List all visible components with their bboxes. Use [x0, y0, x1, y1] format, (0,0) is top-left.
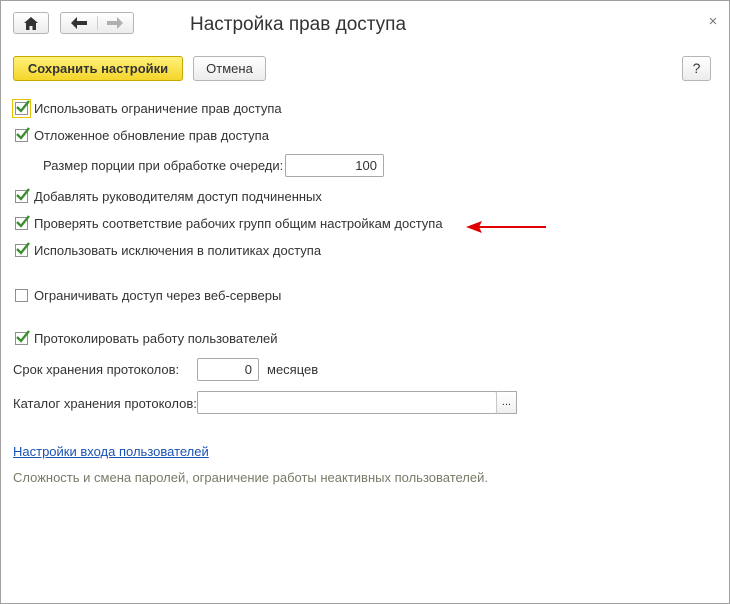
back-arrow-icon[interactable]: [71, 17, 87, 29]
save-settings-button[interactable]: Сохранить настройки: [13, 56, 183, 81]
cancel-button[interactable]: Отмена: [193, 56, 266, 81]
policy-exceptions-label: Использовать исключения в политиках дост…: [34, 243, 322, 258]
window-title: Настройка прав доступа: [190, 14, 407, 35]
policy-exceptions-checkbox[interactable]: [15, 242, 30, 257]
deferred-update-checkbox[interactable]: [15, 127, 30, 142]
checkmark-icon: [16, 215, 30, 228]
batch-size-label: Размер порции при обработке очереди:: [43, 158, 284, 173]
checkmark-icon: [16, 188, 30, 201]
user-login-settings-description: Сложность и смена паролей, ограничение р…: [13, 470, 488, 485]
retention-unit: месяцев: [267, 362, 319, 377]
deferred-update-label: Отложенное обновление прав доступа: [34, 128, 269, 143]
web-servers-checkbox[interactable]: [15, 289, 28, 302]
user-login-settings-link[interactable]: Настройки входа пользователей: [13, 444, 209, 459]
log-catalog-browse-button[interactable]: ...: [496, 391, 517, 414]
log-users-label: Протоколировать работу пользователей: [34, 331, 278, 346]
help-button[interactable]: ?: [682, 56, 711, 81]
nav-separator: [97, 16, 98, 30]
batch-size-input[interactable]: 100: [285, 154, 384, 177]
managers-access-checkbox[interactable]: [15, 188, 30, 203]
managers-access-label: Добавлять руководителям доступ подчиненн…: [34, 189, 322, 204]
log-catalog-input[interactable]: [197, 391, 497, 414]
log-users-checkbox[interactable]: [15, 330, 30, 345]
use-restriction-label: Использовать ограничение прав доступа: [34, 101, 282, 116]
checkmark-icon: [16, 242, 30, 255]
log-catalog-label: Каталог хранения протоколов:: [13, 396, 197, 411]
checkmark-icon: [16, 330, 30, 343]
check-workgroups-checkbox[interactable]: [15, 215, 30, 230]
navigation-arrows: [60, 12, 134, 34]
home-button[interactable]: [13, 12, 49, 34]
home-icon: [24, 17, 38, 30]
red-arrow-icon: [466, 221, 546, 233]
close-icon[interactable]: ×: [704, 13, 722, 31]
checkmark-icon: [16, 127, 30, 140]
check-workgroups-label: Проверять соответствие рабочих групп общ…: [34, 216, 443, 231]
settings-window: Настройка прав доступа × Сохранить настр…: [0, 0, 730, 604]
retention-label: Срок хранения протоколов:: [13, 362, 180, 377]
forward-arrow-icon[interactable]: [107, 17, 123, 29]
retention-input[interactable]: 0: [197, 358, 259, 381]
use-restriction-checkbox[interactable]: [12, 99, 31, 118]
checkmark-icon: [16, 100, 30, 113]
web-servers-label: Ограничивать доступ через веб-серверы: [34, 288, 282, 303]
